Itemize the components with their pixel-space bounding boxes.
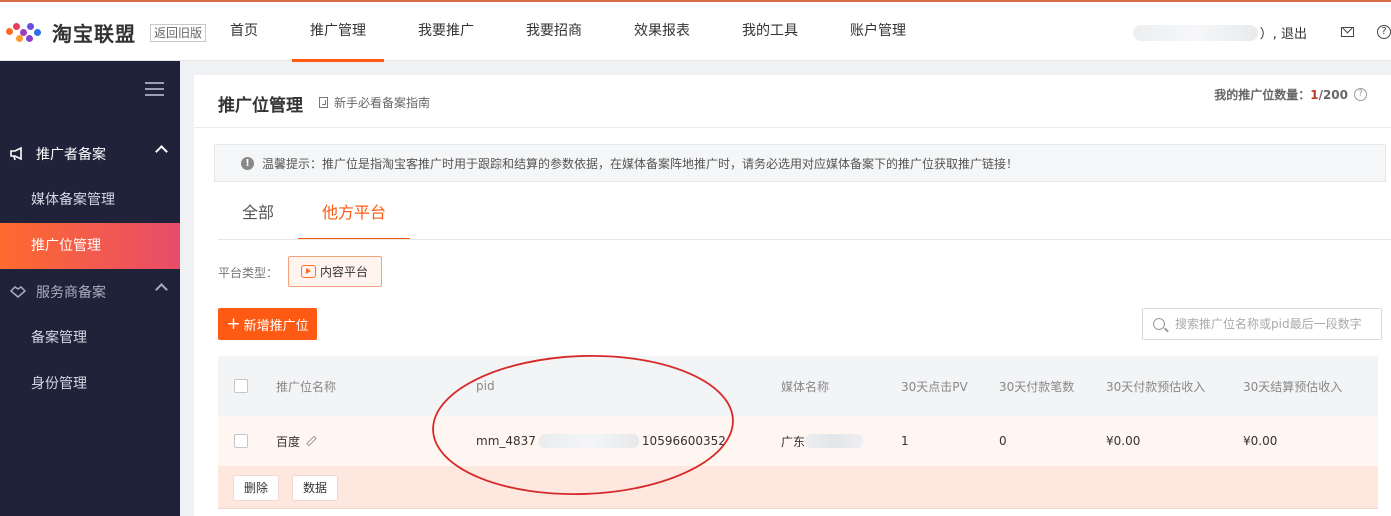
logo[interactable]: 淘宝联盟 bbox=[6, 19, 136, 46]
adzone-quota: 我的推广位数量： 1 /200 ? bbox=[1214, 86, 1367, 103]
chevron-up-icon bbox=[155, 283, 168, 296]
col-header-media: 媒体名称 bbox=[781, 379, 830, 394]
sidebar-group-service-provider[interactable]: 服务商备案 bbox=[0, 269, 180, 315]
quota-used: 1 bbox=[1310, 87, 1319, 102]
logout-link[interactable]: ）, 退出 bbox=[1260, 23, 1307, 42]
mail-icon[interactable] bbox=[1341, 27, 1354, 37]
quota-label: 我的推广位数量： bbox=[1214, 88, 1311, 102]
add-adzone-button[interactable]: + 新增推广位 bbox=[218, 308, 317, 340]
nav-reports[interactable]: 效果报表 bbox=[616, 2, 708, 61]
pv-cell: 1 bbox=[901, 434, 909, 448]
book-icon bbox=[319, 97, 328, 108]
help-icon[interactable]: ? bbox=[1377, 25, 1391, 39]
logo-mark-icon bbox=[6, 21, 48, 43]
pid-cell: mm_4837 10596600352 bbox=[476, 416, 726, 466]
media-name-redacted bbox=[805, 434, 864, 448]
data-button[interactable]: 数据 bbox=[292, 475, 339, 501]
platform-type-content-button[interactable]: 内容平台 bbox=[288, 256, 382, 287]
chevron-up-icon bbox=[155, 145, 168, 158]
platform-type-label: 平台类型： bbox=[218, 266, 279, 280]
pid-prefix: mm_4837 bbox=[476, 434, 536, 448]
search-icon bbox=[1153, 318, 1165, 330]
menu-toggle-icon[interactable] bbox=[145, 82, 164, 97]
media-name: 广东 bbox=[781, 434, 806, 449]
pid-redacted bbox=[538, 434, 639, 448]
orders-cell: 0 bbox=[999, 434, 1007, 448]
select-all-checkbox[interactable] bbox=[234, 379, 248, 393]
sidebar: 推广者备案 媒体备案管理 推广位管理 服务商备案 备案管理 身份管理 bbox=[0, 61, 180, 516]
question-icon[interactable]: ? bbox=[1354, 88, 1367, 101]
username-redacted bbox=[1132, 24, 1258, 41]
main-nav: 首页 推广管理 我要推广 我要招商 效果报表 我的工具 账户管理 bbox=[212, 2, 940, 62]
notice-banner: ! 温馨提示：推广位是指淘宝客推广时用于跟踪和结算的参数依据，在媒体备案阵地推广… bbox=[214, 144, 1386, 182]
quota-total: /200 bbox=[1318, 87, 1348, 102]
sidebar-item-filing-management[interactable]: 备案管理 bbox=[0, 315, 180, 361]
sidebar-group-label: 推广者备案 bbox=[36, 147, 106, 163]
select-all-cell bbox=[234, 356, 248, 416]
top-header: 淘宝联盟 返回旧版 首页 推广管理 我要推广 我要招商 效果报表 我的工具 账户… bbox=[0, 0, 1391, 62]
settle-income-cell: ¥0.00 bbox=[1243, 434, 1278, 448]
sidebar-group-promoter[interactable]: 推广者备案 bbox=[0, 131, 180, 177]
search-input[interactable] bbox=[1175, 317, 1375, 331]
guide-label: 新手必看备案指南 bbox=[334, 96, 431, 110]
main-panel: 推广位管理 新手必看备案指南 我的推广位数量： 1 /200 ? ! 温馨提示：… bbox=[194, 75, 1391, 516]
tabs: 全部 他方平台 bbox=[218, 195, 411, 240]
edit-pencil-icon[interactable] bbox=[306, 435, 317, 447]
table-row: 百度 mm_4837 10596600352 广东 1 0 ¥0.00 ¥0.0… bbox=[218, 416, 1378, 466]
plus-icon: + bbox=[226, 313, 241, 334]
sidebar-item-identity-management[interactable]: 身份管理 bbox=[0, 361, 180, 407]
pid-suffix: 10596600352 bbox=[641, 434, 726, 448]
col-header-settle-income: 30天结算预估收入 bbox=[1243, 379, 1343, 394]
nav-tools[interactable]: 我的工具 bbox=[724, 2, 816, 61]
tab-all[interactable]: 全部 bbox=[218, 195, 298, 240]
nav-account[interactable]: 账户管理 bbox=[832, 2, 924, 61]
row-actions: 删除 数据 bbox=[218, 466, 1378, 509]
col-header-pid: pid bbox=[476, 379, 495, 393]
handshake-icon bbox=[9, 285, 27, 299]
nav-merchant[interactable]: 我要招商 bbox=[508, 2, 600, 61]
row-checkbox[interactable] bbox=[234, 434, 248, 448]
col-header-pay-income: 30天付款预估收入 bbox=[1106, 379, 1206, 394]
adzone-name-cell: 百度 bbox=[276, 416, 317, 466]
guide-link[interactable]: 新手必看备案指南 bbox=[319, 94, 430, 111]
media-cell: 广东 bbox=[781, 416, 864, 466]
divider bbox=[194, 127, 1391, 128]
col-header-name: 推广位名称 bbox=[276, 379, 337, 394]
tab-other-platform[interactable]: 他方平台 bbox=[298, 195, 411, 240]
col-header-orders: 30天付款笔数 bbox=[999, 379, 1075, 394]
nav-home[interactable]: 首页 bbox=[212, 2, 276, 61]
platform-type-value: 内容平台 bbox=[320, 265, 369, 279]
return-old-version-button[interactable]: 返回旧版 bbox=[150, 24, 207, 42]
video-play-icon bbox=[301, 265, 316, 278]
col-header-pv: 30天点击PV bbox=[901, 379, 968, 394]
add-adzone-label: 新增推广位 bbox=[243, 318, 309, 334]
notice-text: 温馨提示：推广位是指淘宝客推广时用于跟踪和结算的参数依据，在媒体备案阵地推广时，… bbox=[262, 156, 1019, 171]
search-box bbox=[1142, 308, 1382, 340]
sidebar-item-adzone-management[interactable]: 推广位管理 bbox=[0, 223, 180, 269]
sidebar-group-label: 服务商备案 bbox=[36, 285, 106, 301]
user-area: ）, 退出 bbox=[1132, 23, 1307, 42]
divider bbox=[218, 239, 1391, 240]
sidebar-item-media-filing[interactable]: 媒体备案管理 bbox=[0, 177, 180, 223]
nav-promote[interactable]: 我要推广 bbox=[400, 2, 492, 61]
megaphone-icon bbox=[10, 146, 26, 161]
adzone-name: 百度 bbox=[276, 434, 301, 449]
table-header: 推广位名称 pid 媒体名称 30天点击PV 30天付款笔数 30天付款预估收入… bbox=[218, 356, 1378, 416]
nav-promotion-management[interactable]: 推广管理 bbox=[292, 2, 384, 62]
page-title: 推广位管理 bbox=[218, 96, 303, 116]
pay-income-cell: ¥0.00 bbox=[1106, 434, 1141, 448]
row-select-cell bbox=[234, 416, 248, 466]
logo-text: 淘宝联盟 bbox=[52, 21, 136, 46]
warning-icon: ! bbox=[241, 156, 254, 170]
delete-button[interactable]: 删除 bbox=[233, 475, 280, 501]
